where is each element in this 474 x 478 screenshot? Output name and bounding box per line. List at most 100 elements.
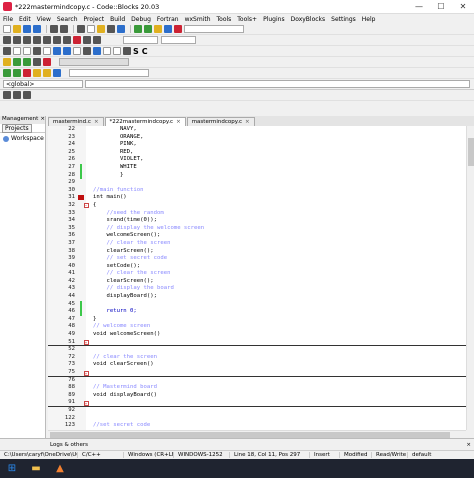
open-folder-icon[interactable] — [13, 25, 21, 33]
settings-icon[interactable] — [23, 91, 31, 99]
tab-mastermind[interactable]: mastermind.c × — [48, 117, 104, 126]
menu-tools-plus[interactable]: Tools+ — [237, 16, 257, 23]
minimize-button[interactable]: — — [408, 2, 430, 11]
change-margin[interactable] — [78, 391, 86, 400]
c-language-icon[interactable]: C — [142, 47, 148, 56]
menu-tools[interactable]: Tools — [217, 16, 232, 23]
stop-icon[interactable] — [43, 58, 51, 66]
change-margin[interactable] — [78, 126, 86, 134]
change-margin[interactable] — [78, 277, 86, 286]
code-line[interactable]: 49 void welcomeScreen() — [48, 331, 466, 339]
fold-expand-icon[interactable]: + — [83, 340, 89, 346]
doxy-chm-icon[interactable] — [53, 47, 61, 55]
next-line-icon[interactable] — [23, 36, 31, 44]
zoom-in-icon[interactable] — [103, 47, 111, 55]
doxy-wizard-icon[interactable] — [3, 47, 11, 55]
code-line[interactable]: 52 — [48, 346, 466, 354]
code-line[interactable]: 40 setCode(); — [48, 262, 466, 271]
change-margin[interactable] — [78, 414, 86, 423]
code-line[interactable]: 36 welcomeScreen(); — [48, 232, 466, 240]
scope-select[interactable]: <global> — [3, 80, 83, 88]
change-margin[interactable] — [78, 239, 86, 248]
new-file-icon[interactable] — [3, 25, 11, 33]
vertical-scrollbar[interactable] — [466, 126, 474, 430]
find-icon[interactable] — [107, 25, 115, 33]
menu-file[interactable]: File — [3, 16, 13, 23]
toggle-icon[interactable] — [3, 91, 11, 99]
code-line[interactable]: 46 return 0; — [48, 308, 466, 316]
code-line[interactable]: 26 VIOLET, — [48, 156, 466, 164]
match-case-s-icon[interactable]: S — [133, 47, 139, 56]
menu-fortran[interactable]: Fortran — [157, 16, 179, 23]
tab-close-icon[interactable]: × — [245, 119, 250, 125]
doxy-run-icon[interactable] — [93, 47, 101, 55]
code-line[interactable]: 91 + — [48, 399, 466, 407]
change-margin[interactable] — [78, 346, 86, 354]
build-target-select[interactable] — [184, 25, 244, 33]
code-line[interactable]: 122 — [48, 414, 466, 423]
code-line[interactable]: 24 PINK, — [48, 141, 466, 149]
stop-debugger-icon[interactable] — [73, 36, 81, 44]
code-line[interactable]: 75 + — [48, 369, 466, 377]
codeblocks-taskbar-icon[interactable]: ▲ — [54, 463, 66, 475]
jump-forward-icon[interactable] — [13, 69, 21, 77]
code-line[interactable]: 44 displayBoard(); — [48, 293, 466, 301]
change-margin[interactable] — [78, 179, 86, 187]
doxy-block-icon[interactable] — [23, 47, 31, 55]
doxy-config-icon[interactable] — [63, 47, 71, 55]
code-line[interactable]: 47} — [48, 315, 466, 324]
change-margin[interactable] — [78, 156, 86, 164]
build-run-icon[interactable] — [154, 25, 162, 33]
change-margin[interactable] — [78, 194, 86, 202]
menu-plugins[interactable]: Plugins — [263, 16, 285, 23]
menu-view[interactable]: View — [37, 16, 51, 23]
pin-icon[interactable] — [13, 91, 21, 99]
build-icon[interactable] — [134, 25, 142, 33]
code-line[interactable]: 89 void displayBoard() — [48, 391, 466, 400]
change-margin[interactable] — [78, 353, 86, 362]
code-line[interactable]: 37 // clear the screen — [48, 239, 466, 248]
step-into-instruction-icon[interactable] — [63, 36, 71, 44]
run-to-cursor-icon[interactable] — [13, 36, 21, 44]
step-into-icon[interactable] — [33, 36, 41, 44]
zoom-out-icon[interactable] — [113, 47, 121, 55]
change-margin[interactable] — [78, 293, 86, 301]
change-margin[interactable] — [78, 209, 86, 218]
breakpoint-icon[interactable] — [78, 195, 84, 201]
bookmark-prev-icon[interactable] — [33, 69, 41, 77]
wrench-icon[interactable] — [33, 58, 41, 66]
tab-close-icon[interactable]: × — [94, 119, 99, 125]
code-line[interactable]: 32−{ — [48, 201, 466, 210]
change-margin[interactable] — [78, 141, 86, 149]
code-line[interactable]: 25 RED, — [48, 148, 466, 157]
doxy-extract-icon[interactable] — [13, 47, 21, 55]
code-line[interactable]: 23 ORANGE, — [48, 133, 466, 142]
change-margin[interactable] — [78, 217, 86, 225]
menu-wxsmith[interactable]: wxSmith — [185, 16, 211, 23]
rebuild-icon[interactable] — [164, 25, 172, 33]
code-line[interactable]: 28 } — [48, 171, 466, 180]
code-line[interactable]: 123 //set secret code — [48, 422, 466, 430]
code-line[interactable]: 33 //seed the random — [48, 209, 466, 218]
code-line[interactable]: 88 // Mastermind board — [48, 384, 466, 392]
function-select[interactable] — [85, 80, 470, 88]
cut-icon[interactable] — [77, 25, 85, 33]
bulb-icon[interactable] — [3, 58, 11, 66]
menu-search[interactable]: Search — [57, 16, 78, 23]
play-icon[interactable] — [13, 58, 21, 66]
tab-222mastermindcopy[interactable]: *222mastermindcopy.c × — [104, 117, 186, 126]
code-editor[interactable]: 22 NAVY, 23 ORANGE, 24 PINK, 25 RED, 26 VIOL… — [48, 126, 466, 430]
code-line[interactable]: 92 — [48, 406, 466, 415]
doxy-doc-icon[interactable] — [73, 47, 81, 55]
code-line[interactable]: 31 int main() — [48, 194, 466, 202]
debug-combo-2[interactable] — [161, 36, 196, 44]
abort-icon[interactable] — [174, 25, 182, 33]
menu-debug[interactable]: Debug — [131, 16, 151, 23]
bookmark-next-icon[interactable] — [43, 69, 51, 77]
change-margin[interactable] — [78, 315, 86, 324]
change-margin[interactable] — [78, 186, 86, 195]
code-line[interactable]: 51 + — [48, 338, 466, 347]
file-explorer-icon[interactable]: ▬ — [30, 463, 42, 475]
jump-back-icon[interactable] — [3, 69, 11, 77]
menu-build[interactable]: Build — [110, 16, 125, 23]
